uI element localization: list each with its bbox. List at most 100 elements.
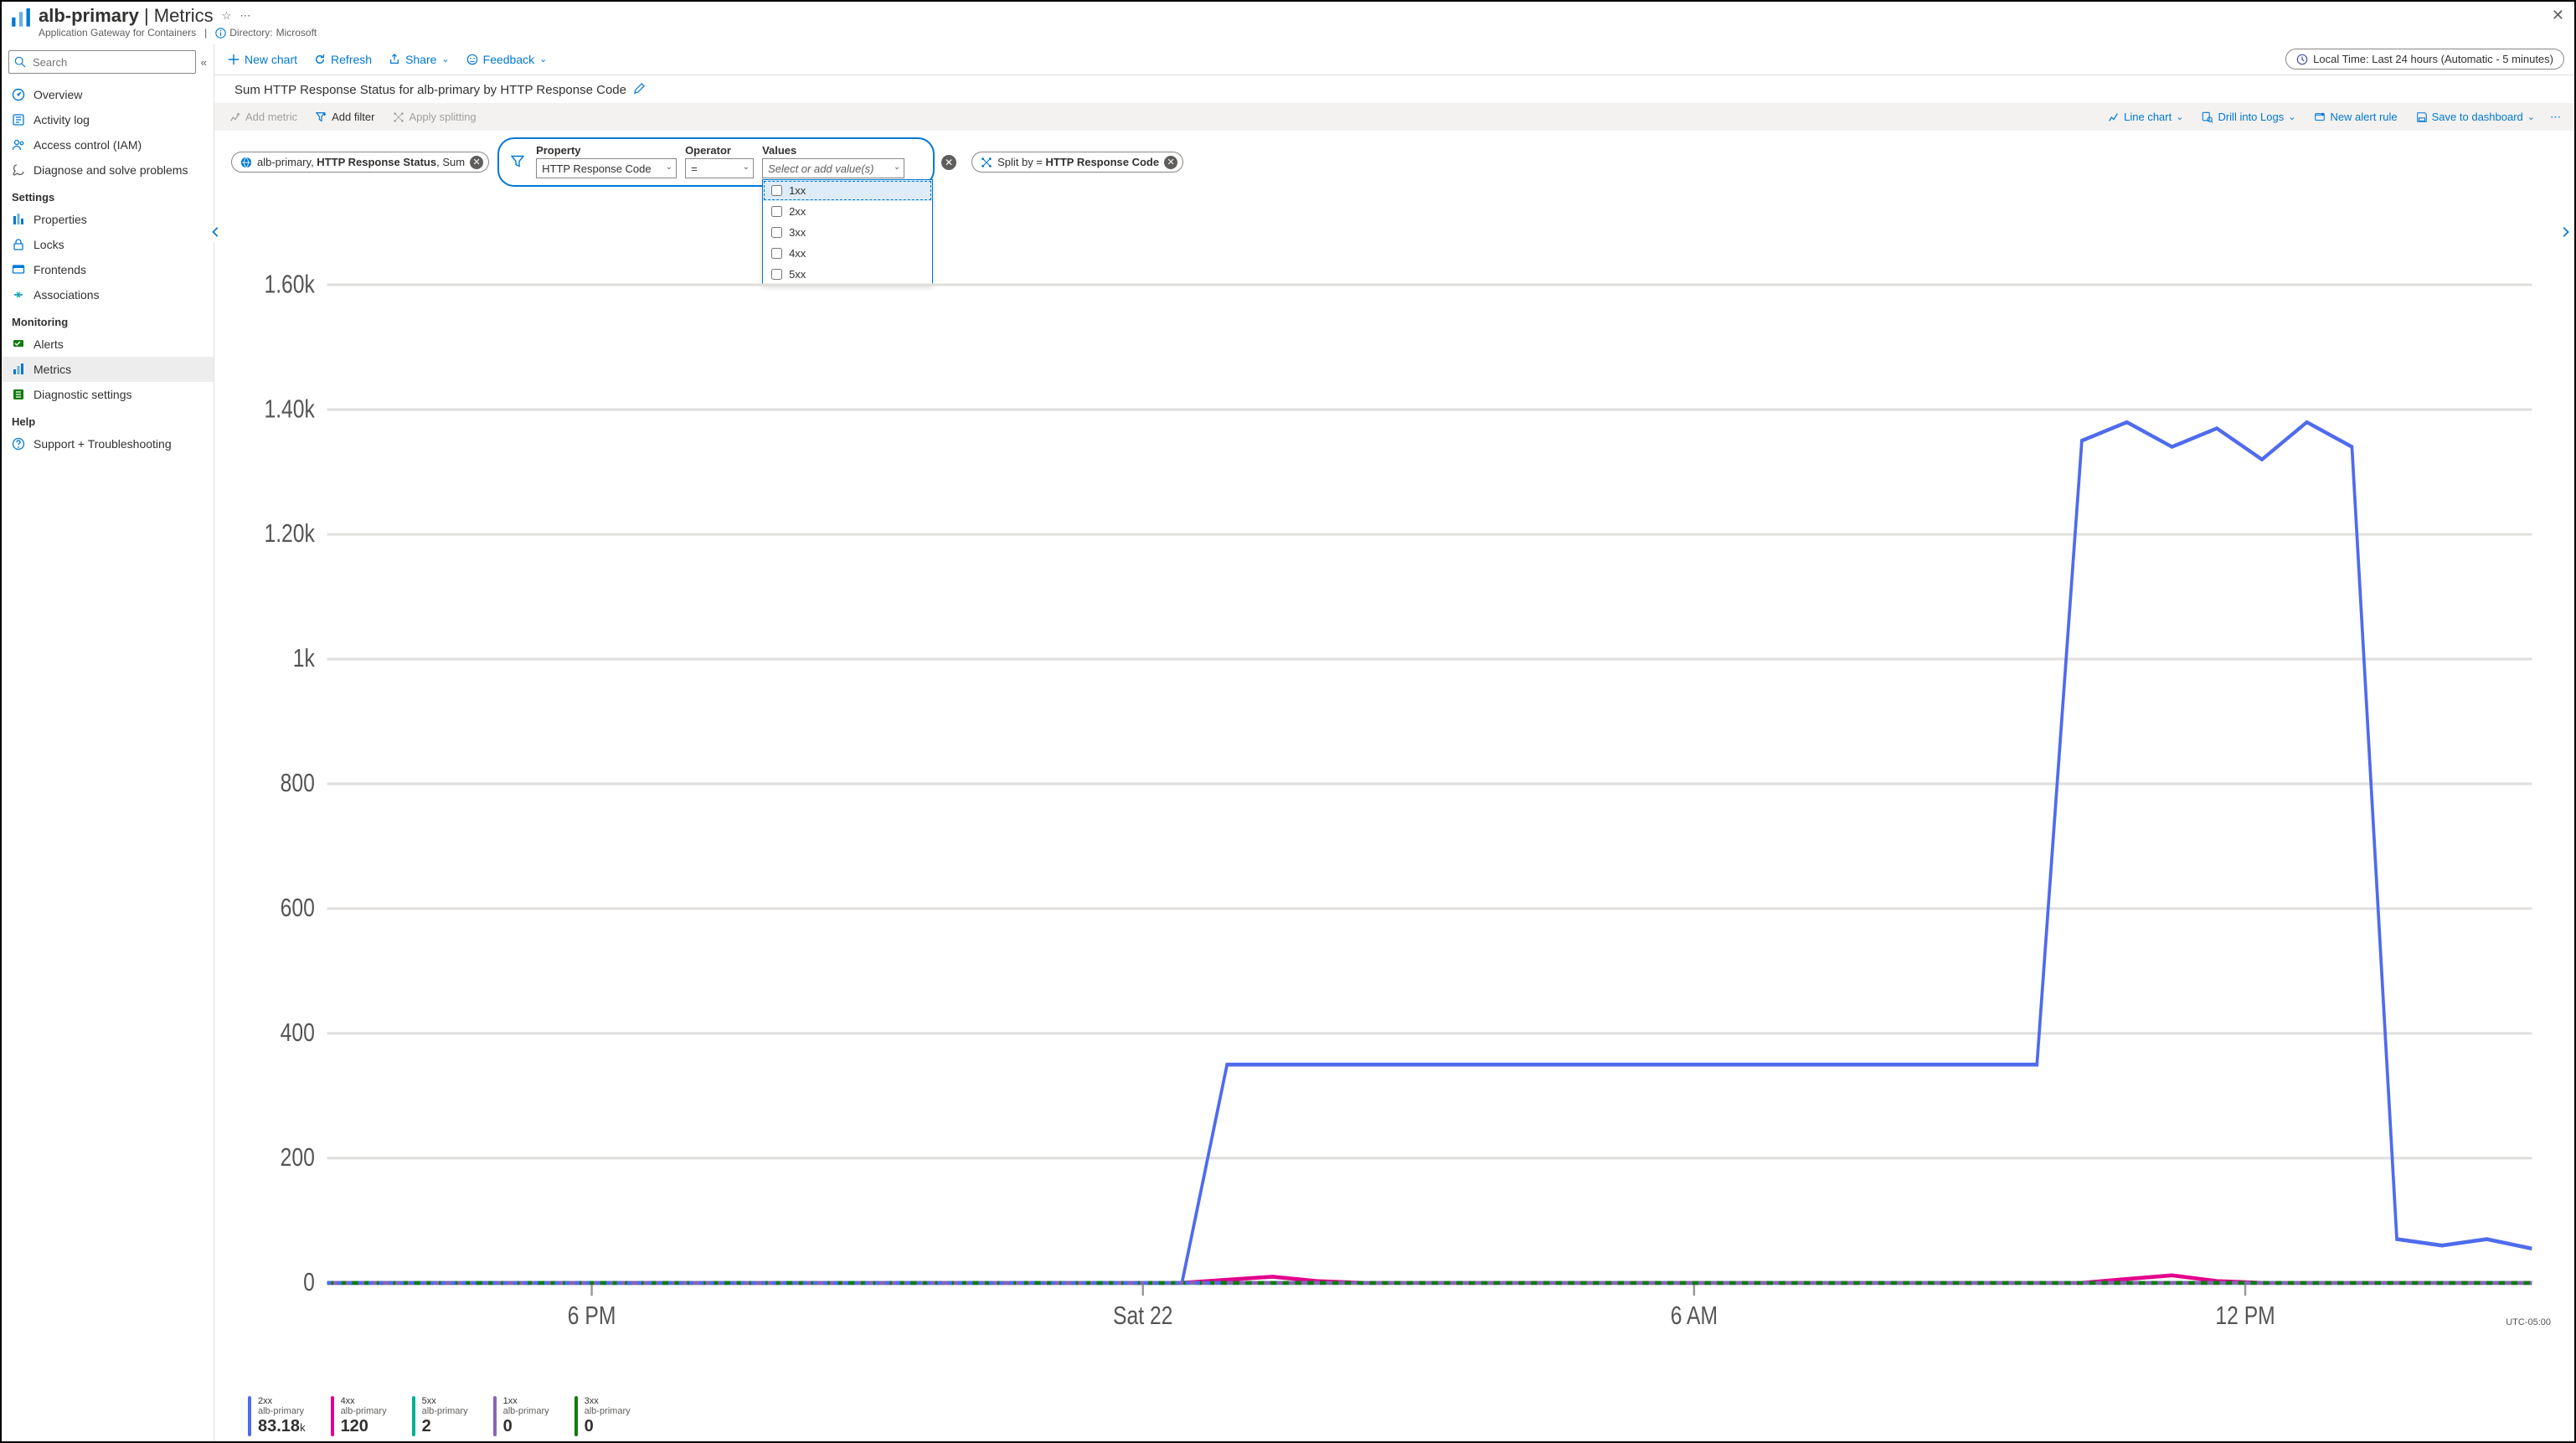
expand-chart-icon[interactable] [2559,226,2571,242]
legend-series: 5xx [422,1396,468,1407]
legend-resource: alb-primary [422,1406,468,1417]
add-filter-button[interactable]: Add filter [312,108,378,126]
chevron-down-icon: ⌄ [2288,111,2295,122]
time-range-selector[interactable]: Local Time: Last 24 hours (Automatic - 5… [2285,49,2564,70]
overview-icon [12,88,25,101]
sidebar-item-diagset[interactable]: Diagnostic settings [2,382,214,407]
metrics-icon [12,363,25,376]
sidebar-item-label: Support + Troubleshooting [33,437,172,451]
legend-resource: alb-primary [585,1406,631,1417]
sidebar-item-associations[interactable]: Associations [2,282,214,307]
new-chart-button[interactable]: New chart [224,49,301,70]
save-to-dashboard-button[interactable]: Save to dashboard⌄ [2413,108,2538,126]
resource-icon [240,157,252,168]
diagset-icon [12,388,25,401]
chevron-down-icon: ⌄ [743,162,750,172]
page-title: alb-primary | Metrics [39,5,214,27]
close-icon[interactable]: ✕ [2552,7,2564,24]
share-button[interactable]: Share ⌄ [385,49,453,70]
svg-text:6 PM: 6 PM [568,1301,616,1329]
filter-editor: Property HTTP Response Code⌄ Operator =⌄… [497,137,935,187]
sidebar-item-label: Activity log [33,113,90,126]
svg-text:1.60k: 1.60k [264,270,314,298]
add-metric-button[interactable]: Add metric [226,108,301,126]
sidebar: « Overview Activity log Access control (IA… [2,44,214,1441]
resource-type: Application Gateway for Containers [39,27,196,39]
metric-pill[interactable]: alb-primary, HTTP Response Status, Sum ✕ [231,152,489,173]
chart-legend: 2xxalb-primary83.18k 4xxalb-primary120 5xx… [214,1391,2574,1441]
legend-item-3xx[interactable]: 3xxalb-primary0 [574,1396,631,1436]
iam-icon [12,138,25,152]
chevron-down-icon: ⌄ [2527,111,2535,122]
sidebar-item-diag[interactable]: Diagnose and solve problems [2,157,214,183]
more-menu-icon[interactable]: ⋯ [240,9,250,23]
nav-group-monitoring: Monitoring [2,307,214,332]
new-alert-rule-button[interactable]: New alert rule [2311,108,2400,126]
chevron-down-icon: ⌄ [2176,111,2183,122]
legend-value: 2 [422,1417,468,1436]
sidebar-item-activity[interactable]: Activity log [2,107,214,132]
sidebar-item-label: Access control (IAM) [33,138,142,152]
edit-title-icon[interactable] [633,82,646,98]
sidebar-item-properties[interactable]: Properties [2,207,214,232]
legend-item-1xx[interactable]: 1xxalb-primary0 [493,1396,549,1436]
legend-item-5xx[interactable]: 5xxalb-primary2 [412,1396,468,1436]
property-select[interactable]: HTTP Response Code⌄ [536,158,677,178]
page-header: alb-primary | Metrics ☆ ⋯ Application Ga… [2,2,2574,44]
legend-resource: alb-primary [258,1406,306,1417]
sidebar-item-alerts[interactable]: Alerts [2,332,214,357]
more-actions-icon[interactable]: ⋯ [2550,111,2563,124]
search-icon [14,56,26,68]
directory-info: Directory: Microsoft [215,27,317,39]
legend-value: 83.18k [258,1417,306,1436]
split-by-pill[interactable]: Split by = HTTP Response Code ✕ [971,152,1183,173]
collapse-sidebar-icon[interactable]: « [201,56,207,69]
drill-into-logs-button[interactable]: Drill into Logs ⌄ [2198,108,2299,126]
values-select[interactable]: Select or add value(s)⌄ [762,158,904,178]
line-chart[interactable]: 1.60k1.40k1.20k1k80060040020006 PMSat 22… [236,202,2553,1386]
diag-icon [12,163,25,177]
support-icon [12,437,25,451]
feedback-button[interactable]: Feedback ⌄ [463,49,551,70]
sidebar-item-label: Diagnostic settings [33,388,132,401]
info-icon [215,28,226,39]
svg-text:0: 0 [303,1267,315,1296]
chevron-down-icon: ⌄ [666,162,672,172]
sidebar-item-iam[interactable]: Access control (IAM) [2,132,214,157]
sidebar-item-frontends[interactable]: Frontends [2,257,214,282]
svg-text:800: 800 [281,769,315,797]
chart-type-selector[interactable]: Line chart ⌄ [2105,108,2187,126]
metrics-icon [10,8,32,30]
svg-text:1.40k: 1.40k [264,394,314,423]
timezone-label: UTC-05:00 [2506,1317,2551,1327]
legend-item-4xx[interactable]: 4xxalb-primary120 [331,1396,387,1436]
remove-metric-icon[interactable]: ✕ [470,156,483,169]
sidebar-item-metrics[interactable]: Metrics [2,357,214,382]
search-input[interactable] [8,50,196,74]
sidebar-item-label: Diagnose and solve problems [33,163,188,177]
filters-row: alb-primary, HTTP Response Status, Sum ✕… [214,131,2574,193]
sidebar-item-label: Locks [33,238,64,251]
remove-filter-icon[interactable]: ✕ [941,155,956,170]
chart-title: Sum HTTP Response Status for alb-primary… [234,83,626,97]
sidebar-item-label: Overview [33,88,82,101]
operator-select[interactable]: =⌄ [685,158,754,178]
sidebar-item-support[interactable]: Support + Troubleshooting [2,431,214,456]
svg-text:6 AM: 6 AM [1671,1301,1718,1329]
main-content: New chart Refresh Share ⌄ Feedback ⌄ Loc… [214,44,2574,1441]
sidebar-item-overview[interactable]: Overview [2,82,214,107]
locks-icon [12,238,25,251]
favorite-icon[interactable]: ☆ [222,9,232,23]
legend-series: 1xx [503,1396,549,1407]
svg-text:200: 200 [281,1142,315,1171]
operator-label: Operator [685,144,754,157]
legend-value: 120 [341,1417,387,1436]
sidebar-item-locks[interactable]: Locks [2,232,214,257]
legend-item-2xx[interactable]: 2xxalb-primary83.18k [248,1396,306,1436]
svg-text:600: 600 [281,894,315,922]
remove-split-icon[interactable]: ✕ [1164,156,1177,169]
svg-text:400: 400 [281,1018,315,1047]
refresh-button[interactable]: Refresh [311,49,375,70]
apply-splitting-button[interactable]: Apply splitting [389,108,479,126]
legend-value: 0 [503,1417,549,1436]
